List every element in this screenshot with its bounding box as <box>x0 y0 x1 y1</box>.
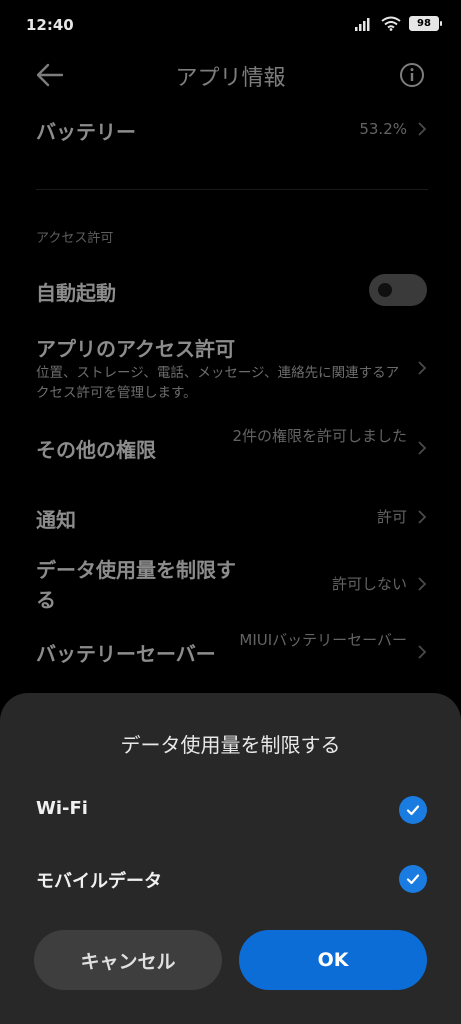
option-mobile-data[interactable]: モバイルデータ <box>0 857 461 903</box>
check-icon[interactable] <box>399 865 427 893</box>
status-time: 12:40 <box>26 16 74 34</box>
chevron-right-icon <box>418 441 427 455</box>
notifications-row[interactable]: 通知 許可 <box>0 500 461 536</box>
chevron-right-icon <box>418 577 427 591</box>
option-mobile-data-label: モバイルデータ <box>36 871 162 892</box>
wifi-icon <box>381 16 401 31</box>
app-permissions-title: アプリのアクセス許可 <box>36 337 235 361</box>
battery-row[interactable]: バッテリー 53.2% <box>0 110 461 150</box>
autostart-row[interactable]: 自動起動 <box>0 270 461 312</box>
divider <box>36 189 428 190</box>
other-permissions-value: 2件の権限を許可しました <box>232 427 407 445</box>
signal-icon <box>355 17 370 31</box>
notifications-value: 許可 <box>376 508 407 526</box>
autostart-title: 自動起動 <box>36 281 116 305</box>
status-icons: 98 <box>355 16 442 31</box>
data-restrict-sheet: データ使用量を制限する Wi-Fi モバイルデータ キャンセル OK <box>0 693 461 1024</box>
chevron-right-icon <box>418 645 427 659</box>
page-title: アプリ情報 <box>175 66 286 91</box>
toggle-knob <box>378 283 392 297</box>
data-restrict-title: データ使用量を制限する <box>36 558 236 612</box>
data-restrict-value: 許可しない <box>331 575 407 593</box>
option-wifi-label: Wi-Fi <box>36 798 88 819</box>
battery-saver-row[interactable]: バッテリーセーバー MIUIバッテリーセーバー <box>0 626 461 682</box>
data-restrict-row[interactable]: データ使用量を制限する 許可しない <box>0 555 461 615</box>
option-wifi[interactable]: Wi-Fi <box>0 788 461 834</box>
sheet-title: データ使用量を制限する <box>120 733 341 757</box>
check-icon[interactable] <box>399 796 427 824</box>
battery-icon: 98 <box>409 16 442 31</box>
app-permissions-row[interactable]: アプリのアクセス許可 位置、ストレージ、電話、メッセージ、連絡先に関連するアクセ… <box>0 330 461 410</box>
battery-row-value: 53.2% <box>359 120 407 138</box>
status-bar: 12:40 98 <box>0 0 461 52</box>
battery-row-title: バッテリー <box>36 120 136 144</box>
battery-level: 98 <box>417 18 431 29</box>
other-permissions-title: その他の権限 <box>36 438 156 462</box>
chevron-right-icon <box>418 361 427 375</box>
ok-button[interactable]: OK <box>239 930 427 990</box>
battery-saver-title: バッテリーセーバー <box>36 642 216 666</box>
app-header: アプリ情報 <box>0 52 461 98</box>
section-label: アクセス許可 <box>36 231 114 246</box>
other-permissions-row[interactable]: その他の権限 2件の権限を許可しました <box>0 422 461 476</box>
chevron-right-icon <box>418 510 427 524</box>
cancel-button[interactable]: キャンセル <box>34 930 222 990</box>
chevron-right-icon <box>418 122 427 136</box>
notifications-title: 通知 <box>36 508 76 532</box>
battery-saver-value: MIUIバッテリーセーバー <box>239 631 407 649</box>
autostart-toggle[interactable] <box>369 274 427 306</box>
app-permissions-subtitle: 位置、ストレージ、電話、メッセージ、連絡先に関連するアクセス許可を管理します。 <box>36 365 400 401</box>
info-icon[interactable] <box>399 62 425 88</box>
